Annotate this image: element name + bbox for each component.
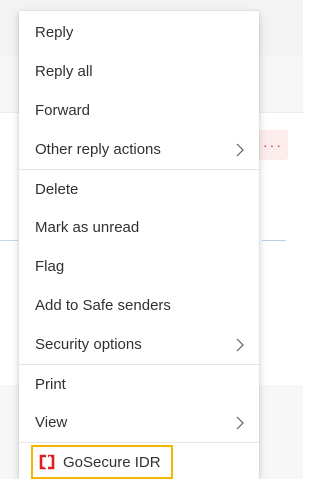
menu-item-label: Reply all xyxy=(35,63,93,80)
menu-item-flag[interactable]: Flag xyxy=(19,247,259,286)
menu-item-label: Forward xyxy=(35,102,91,119)
chevron-right-icon xyxy=(236,338,244,351)
menu-item-label: Reply xyxy=(35,24,74,41)
menu-item-mark-as-unread[interactable]: Mark as unread xyxy=(19,208,259,247)
menu-item-view[interactable]: View xyxy=(19,403,259,442)
menu-item-label: Delete xyxy=(35,180,79,198)
menu-item-label: Flag xyxy=(35,258,65,275)
menu-item-reply-all[interactable]: Reply all xyxy=(19,52,259,91)
gosecure-idr-label: GoSecure IDR xyxy=(63,453,161,471)
gosecure-idr-button[interactable]: GoSecure IDR xyxy=(31,445,173,479)
menu-item-label: Print xyxy=(35,375,66,393)
menu-item-label: View xyxy=(35,414,68,431)
more-actions-icon: ··· xyxy=(263,137,283,153)
menu-item-label: Security options xyxy=(35,336,142,353)
menu-item-label: Mark as unread xyxy=(35,219,140,236)
menu-item-label: Add to Safe senders xyxy=(35,297,171,314)
chevron-right-icon xyxy=(236,143,244,156)
message-context-menu: Reply Reply all Forward Other reply acti… xyxy=(19,11,259,479)
menu-item-add-to-safe-senders[interactable]: Add to Safe senders xyxy=(19,286,259,325)
divider xyxy=(0,240,18,241)
menu-item-forward[interactable]: Forward xyxy=(19,91,259,130)
menu-item-print[interactable]: Print xyxy=(19,364,259,403)
divider xyxy=(262,240,286,241)
menu-item-label: Other reply actions xyxy=(35,141,161,158)
menu-item-gosecure-idr[interactable]: GoSecure IDR xyxy=(19,442,259,479)
menu-item-other-reply-actions[interactable]: Other reply actions xyxy=(19,130,259,169)
chevron-right-icon xyxy=(236,416,244,429)
menu-item-reply[interactable]: Reply xyxy=(19,13,259,52)
menu-item-security-options[interactable]: Security options xyxy=(19,325,259,364)
gosecure-logo-icon xyxy=(39,454,55,470)
menu-item-delete[interactable]: Delete xyxy=(19,169,259,208)
more-actions-button[interactable]: ··· xyxy=(258,130,288,160)
